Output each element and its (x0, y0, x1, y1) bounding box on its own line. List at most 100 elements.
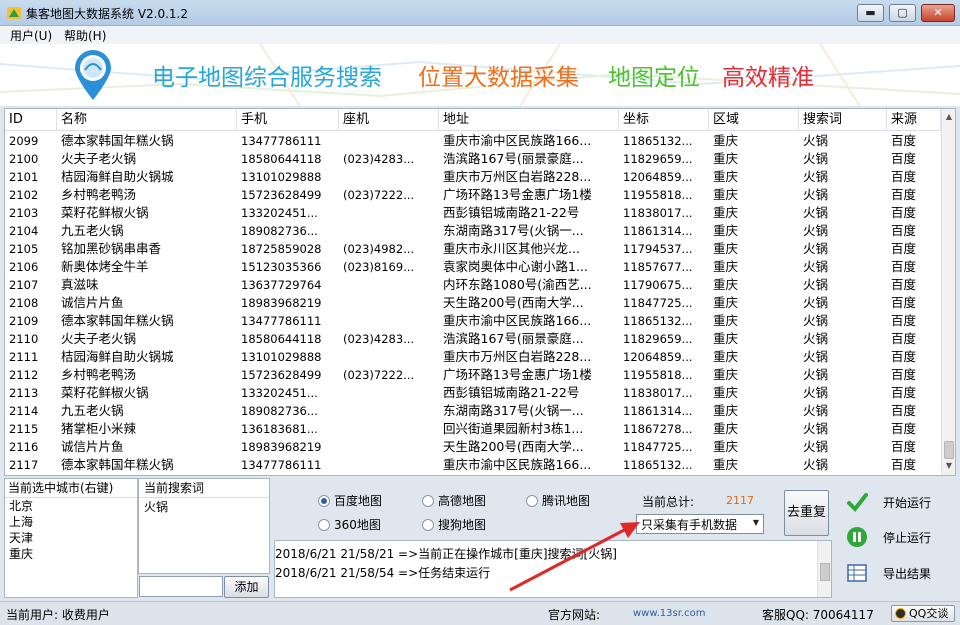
keyword-item[interactable]: 火锅 (139, 498, 269, 516)
table-row[interactable]: 2114 九五老火锅 189082736... 东湖南路317号(火锅一... 1186… (5, 402, 941, 420)
city-item[interactable]: 重庆 (5, 546, 137, 562)
radio-label: 百度地图 (334, 494, 383, 508)
table-row[interactable]: 2112 乡村鸭老鸭汤 15723628499 (023)7222... 广场环路13号… (5, 366, 941, 384)
title-bar: 集客地图大数据系统 V2.0.1.2 ▬ ▢ ✕ (0, 0, 960, 26)
table-cell (339, 438, 439, 456)
menu-user[interactable]: 用户(U) (10, 27, 52, 44)
table-row[interactable]: 2105 铭加黑砂锅串串香 18725859028 (023)4982... 重庆市永川… (5, 240, 941, 258)
table-cell: 百度 (891, 421, 917, 436)
column-header[interactable]: 坐标 (619, 109, 709, 131)
scroll-up-icon[interactable]: ▲ (943, 110, 955, 124)
table-cell: 火锅 (803, 133, 829, 148)
table-row[interactable]: 2103 菜籽花鲜椒火锅 133202451... 西彭镇铝城南路21-22号 1183… (5, 204, 941, 222)
table-scrollbar[interactable]: ▲ ▼ (941, 109, 955, 475)
keyword-list-panel[interactable]: 当前搜索词 火锅 (138, 478, 270, 574)
results-table[interactable]: ID 名称 手机 座机 地址 坐标 区域 搜索词 来源 2099 德本家韩国年糕火锅 1347778… (4, 108, 956, 476)
dedupe-button[interactable]: 去重复 (784, 490, 829, 536)
column-header[interactable]: ID (5, 109, 57, 131)
column-header[interactable]: 区域 (709, 109, 799, 131)
table-cell: 11861314... (623, 404, 693, 418)
log-scrollbar[interactable] (817, 541, 831, 597)
column-header[interactable]: 来源 (887, 109, 941, 131)
close-button[interactable]: ✕ (921, 4, 955, 22)
column-header[interactable]: 地址 (439, 109, 619, 131)
table-row[interactable]: 2108 诚信片片鱼 18983968219 天生路200号(西南大学... 11847… (5, 294, 941, 312)
radio-360-map[interactable]: 360地图 (318, 517, 408, 533)
start-button[interactable]: 开始运行 (840, 489, 956, 515)
table-row[interactable]: 2099 德本家韩国年糕火锅 13477786111 重庆市渝中区民族路166... 1… (5, 132, 941, 150)
table-cell: 铭加黑砂锅串串香 (61, 241, 162, 256)
radio-tencent-map[interactable]: 腾讯地图 (526, 493, 616, 509)
table-cell: 13101029888 (241, 350, 322, 364)
menu-help[interactable]: 帮助(H) (64, 27, 106, 44)
add-keyword-button[interactable]: 添加 (224, 576, 269, 598)
table-row[interactable]: 2107 真滋味 13637729764 内环东路1080号(渝西艺... 117906… (5, 276, 941, 294)
table-cell: 百度 (891, 403, 917, 418)
table-cell: 桔园海鲜自助火锅城 (61, 349, 174, 364)
table-cell: 18580644118 (241, 332, 322, 346)
keyword-list-header: 当前搜索词 (139, 479, 269, 498)
table-cell: 桔园海鲜自助火锅城 (61, 169, 174, 184)
table-cell (339, 168, 439, 186)
table-cell: 重庆 (713, 331, 739, 346)
export-button[interactable]: 导出结果 (840, 560, 956, 586)
table-row[interactable]: 2115 猪掌柜小米辣 136183681... 回兴街道果园新村3栋1... 1186… (5, 420, 941, 438)
table-cell: 真滋味 (61, 277, 99, 292)
city-list-panel[interactable]: 当前选中城市(右键) 北京 上海 天津 重庆 (4, 478, 138, 598)
table-cell: 九五老火锅 (61, 223, 124, 238)
radio-gaode-map[interactable]: 高德地图 (422, 493, 512, 509)
table-cell (339, 132, 439, 150)
table-cell: 2105 (9, 242, 39, 256)
column-header[interactable]: 名称 (57, 109, 237, 131)
city-item[interactable]: 北京 (5, 498, 137, 514)
table-cell: 百度 (891, 367, 917, 382)
website-link[interactable]: www.13sr.com (633, 608, 705, 619)
table-row[interactable]: 2117 德本家韩国年糕火锅 13477786111 重庆市渝中区民族路166... 1… (5, 456, 941, 474)
table-cell: 火夫子老火锅 (61, 151, 137, 166)
table-row[interactable]: 2113 菜籽花鲜椒火锅 133202451... 西彭镇铝城南路21-22号 1183… (5, 384, 941, 402)
start-label: 开始运行 (883, 496, 932, 510)
log-panel[interactable]: 2018/6/21 21/58/21 =>当前正在操作城市[重庆]搜索词[火锅]… (274, 540, 832, 598)
qq-chat-button[interactable]: QQ交谈 (891, 605, 955, 622)
table-cell: 德本家韩国年糕火锅 (61, 457, 174, 472)
city-item[interactable]: 上海 (5, 514, 137, 530)
table-row[interactable]: 2100 火夫子老火锅 18580644118 (023)4283... 浩滨路167号… (5, 150, 941, 168)
table-cell: 2112 (9, 368, 39, 382)
radio-sogou-map[interactable]: 搜狗地图 (422, 517, 512, 533)
maximize-button[interactable]: ▢ (889, 4, 916, 22)
column-header[interactable]: 搜索词 (799, 109, 887, 131)
table-cell: 浩滨路167号(丽景豪庭... (443, 151, 584, 166)
table-row[interactable]: 2111 桔园海鲜自助火锅城 13101029888 重庆市万州区白岩路228... 1… (5, 348, 941, 366)
chevron-down-icon: ▼ (752, 518, 759, 527)
table-row[interactable]: 2102 乡村鸭老鸭汤 15723628499 (023)7222... 广场环路13号… (5, 186, 941, 204)
table-cell: 11829659... (623, 332, 693, 346)
table-cell: 11794537... (623, 242, 693, 256)
table-row[interactable]: 2116 诚信片片鱼 18983968219 天生路200号(西南大学... 11847… (5, 438, 941, 456)
keyword-input[interactable] (139, 576, 223, 597)
column-header[interactable]: 座机 (339, 109, 439, 131)
table-cell: 百度 (891, 331, 917, 346)
table-row[interactable]: 2109 德本家韩国年糕火锅 13477786111 重庆市渝中区民族路166... 1… (5, 312, 941, 330)
table-cell: 136183681... (241, 422, 318, 436)
table-cell: 18580644118 (241, 152, 322, 166)
stop-button[interactable]: 停止运行 (840, 524, 956, 550)
table-row[interactable]: 2110 火夫子老火锅 18580644118 (023)4283... 浩滨路167号… (5, 330, 941, 348)
table-cell: 11865132... (623, 314, 693, 328)
table-cell: 2103 (9, 206, 39, 220)
table-row[interactable]: 2101 桔园海鲜自助火锅城 13101029888 重庆市万州区白岩路228... 1… (5, 168, 941, 186)
table-row[interactable]: 2104 九五老火锅 189082736... 东湖南路317号(火锅一... 1186… (5, 222, 941, 240)
table-row[interactable]: 2106 新奥体烤全牛羊 15123035366 (023)8169... 袁家岗奥体中… (5, 258, 941, 276)
table-cell: 火夫子老火锅 (61, 331, 137, 346)
collect-mode-select[interactable]: 只采集有手机数据 ▼ (636, 514, 764, 534)
scroll-thumb[interactable] (944, 441, 954, 459)
minimize-button[interactable]: ▬ (857, 4, 884, 22)
radio-baidu-map[interactable]: 百度地图 (318, 493, 408, 509)
table-cell: 重庆 (713, 403, 739, 418)
scroll-down-icon[interactable]: ▼ (943, 459, 955, 473)
column-header[interactable]: 手机 (237, 109, 339, 131)
table-cell: 2104 (9, 224, 39, 238)
scroll-thumb[interactable] (820, 563, 830, 581)
table-cell: 133202451... (241, 206, 318, 220)
table-cell: 重庆 (713, 277, 739, 292)
city-item[interactable]: 天津 (5, 530, 137, 546)
